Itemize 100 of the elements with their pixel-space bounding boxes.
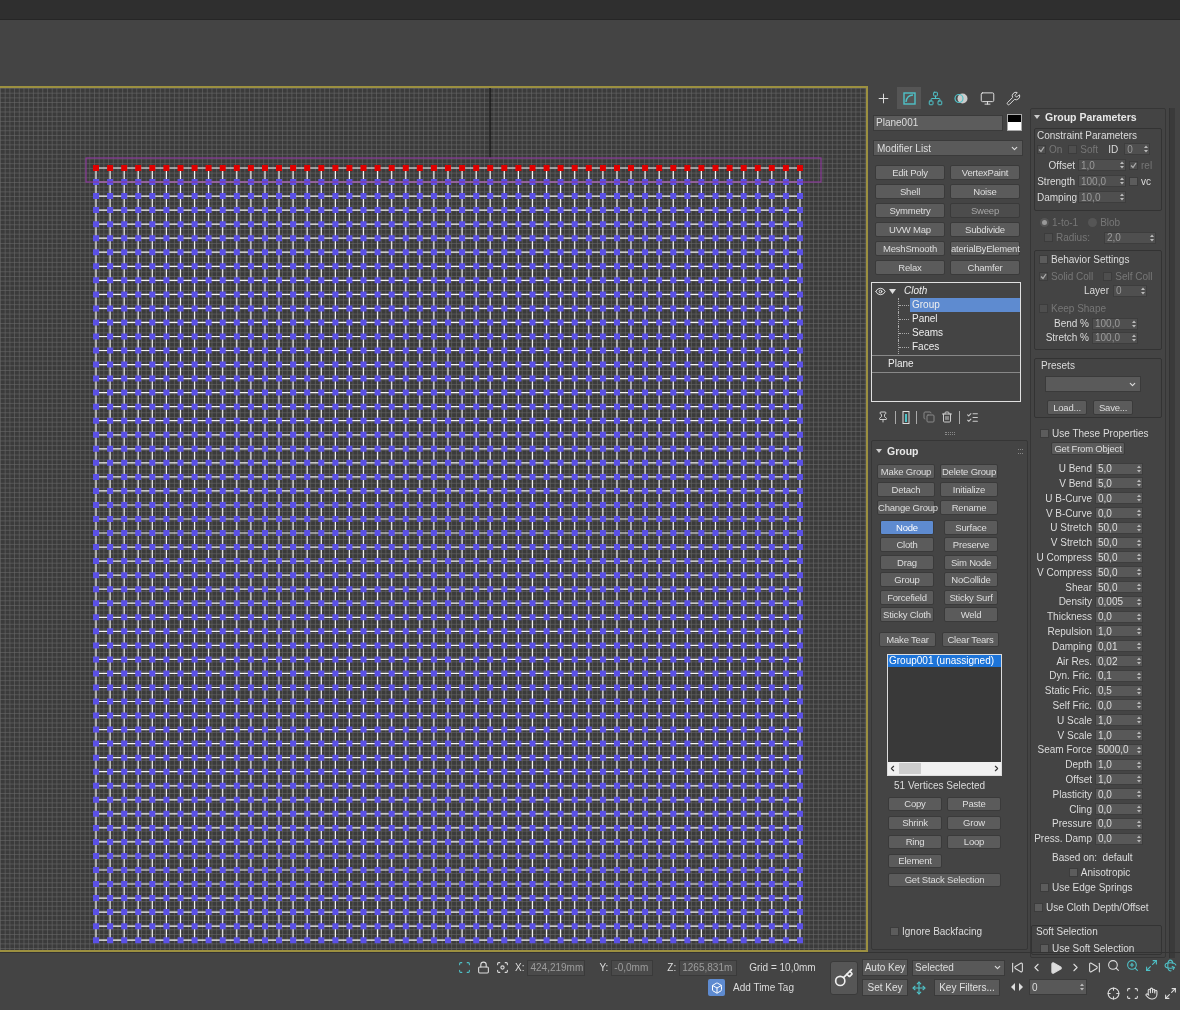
group-type-button[interactable]: Sticky Surf (944, 589, 998, 605)
spinner-arrows-icon[interactable] (1137, 538, 1141, 547)
play-icon[interactable] (1049, 960, 1063, 975)
go-to-end-icon[interactable] (1088, 961, 1101, 974)
spinner-field[interactable]: 50,0 (1095, 536, 1143, 549)
modifier-button[interactable]: Noise (950, 184, 1020, 199)
checkbox[interactable] (890, 926, 899, 936)
selection-button[interactable]: Copy (888, 796, 942, 811)
pan-icon[interactable] (1145, 987, 1158, 1000)
spinner-arrows-icon[interactable] (1137, 686, 1141, 695)
spinner-field[interactable]: 0,02 (1095, 655, 1143, 668)
selection-button[interactable]: Ring (888, 834, 942, 849)
rollout-button[interactable]: Make Group (877, 464, 935, 479)
checkbox[interactable] (1040, 429, 1049, 439)
set-key-button[interactable] (829, 961, 858, 995)
modifier-button[interactable]: UVW Map (875, 222, 945, 237)
spinner-field[interactable]: 50,0 (1095, 521, 1143, 534)
spinner-arrows-icon[interactable] (1137, 597, 1141, 606)
spinner-arrows-icon[interactable] (1137, 553, 1141, 562)
spinner-field[interactable]: 0,0 (1095, 788, 1143, 801)
configure-icon[interactable] (966, 410, 979, 424)
copy-icon[interactable] (923, 411, 935, 423)
spinner-field[interactable]: 0,5 (1095, 684, 1143, 697)
spinner-field[interactable]: 0,005 (1095, 595, 1143, 608)
spinner-arrows-icon[interactable] (1137, 494, 1141, 503)
transform-mode-icon[interactable] (496, 961, 509, 974)
selection-button[interactable]: Paste (947, 796, 1001, 811)
expand-triangle-icon[interactable] (889, 287, 896, 295)
preset-button[interactable]: Load... (1047, 400, 1087, 416)
group-type-button[interactable]: Sticky Cloth (880, 606, 934, 622)
spinner-arrows-icon[interactable] (1137, 760, 1141, 769)
spinner-arrows-icon[interactable] (1137, 790, 1141, 799)
spinner-arrows-icon[interactable] (1137, 479, 1141, 488)
spinner-field[interactable]: 5000,0 (1095, 743, 1143, 756)
group-type-button[interactable]: Cloth (880, 537, 934, 553)
spinner-field[interactable]: 0,0 (1095, 803, 1143, 815)
color-swatch[interactable] (1007, 114, 1022, 131)
spinner-field[interactable]: 0,1 (1095, 669, 1143, 682)
spinner-arrows-icon[interactable] (1137, 819, 1141, 828)
spinner-field[interactable]: 1,0 (1095, 625, 1143, 638)
spinner-field[interactable]: 50,0 (1095, 551, 1143, 564)
group-type-button[interactable]: NoCollide (944, 572, 998, 588)
checkbox[interactable] (1040, 883, 1049, 892)
grip-handle[interactable] (944, 431, 955, 435)
checkbox[interactable] (1034, 903, 1043, 912)
spinner-field[interactable]: 50,0 (1095, 566, 1143, 579)
group-type-button[interactable]: Forcefield (880, 589, 934, 605)
spinner-field[interactable]: 0,0 (1095, 817, 1143, 830)
spinner-arrows-icon[interactable] (1137, 568, 1141, 577)
spinner-arrows-icon[interactable] (1137, 834, 1141, 843)
spinner-arrows-icon[interactable] (1137, 805, 1141, 813)
stack-selection-button[interactable]: Get Stack Selection (888, 872, 1001, 887)
selection-button[interactable]: Grow (947, 815, 1001, 830)
frame-icon[interactable] (458, 961, 471, 974)
group-type-button[interactable]: Node (880, 520, 934, 535)
spinner-arrows-icon[interactable] (1137, 642, 1141, 651)
spinner-field[interactable]: 1,0 (1095, 729, 1143, 741)
modifier-button[interactable]: aterialByElement (950, 241, 1020, 256)
grip-handle[interactable] (1018, 448, 1023, 454)
selection-button[interactable]: Loop (947, 834, 1001, 849)
frame-field[interactable]: 0 (1029, 979, 1087, 995)
spinner-arrows-icon[interactable] (1137, 509, 1141, 518)
stack-item[interactable]: Plane (886, 357, 914, 371)
spinner-field[interactable]: 1,0 (1095, 758, 1143, 771)
spinner-field[interactable]: 5,0 (1095, 462, 1143, 475)
checkbox[interactable] (1039, 254, 1048, 264)
key-filters-button[interactable]: Key Filters... (934, 979, 1000, 996)
coordinate-field[interactable]: 1265,831m (679, 959, 738, 976)
coordinate-field[interactable]: 424,219mm (527, 959, 586, 976)
spinner-field[interactable]: 0,0 (1095, 699, 1143, 712)
spinner-field[interactable]: 0,0 (1095, 507, 1143, 520)
go-to-start-icon[interactable] (1011, 961, 1024, 974)
group-type-button[interactable]: Weld (944, 606, 998, 622)
selection-button[interactable]: Element (888, 853, 942, 868)
group-type-button[interactable]: Group (880, 572, 934, 588)
spinner-arrows-icon[interactable] (1137, 775, 1141, 784)
tear-button[interactable]: Clear Tears (942, 631, 999, 647)
modifier-button[interactable]: Relax (875, 260, 945, 275)
panel-tab[interactable] (897, 87, 921, 109)
scroll-right-icon[interactable] (992, 763, 1001, 773)
spinner-field[interactable]: 0,0 (1095, 610, 1143, 623)
vertical-scrollbar[interactable] (1169, 108, 1175, 958)
spinner-field[interactable]: 0,0 (1095, 492, 1143, 505)
scroll-thumb[interactable] (899, 762, 921, 774)
spinner-arrows-icon[interactable] (1137, 612, 1141, 621)
spinner-arrows-icon[interactable] (1137, 523, 1141, 532)
group-list-item[interactable]: Group001 (unassigned) (888, 654, 1001, 667)
spinner-field[interactable]: 0,0 (1095, 832, 1143, 845)
maximize-viewport-icon[interactable] (1164, 987, 1177, 1000)
modifier-button[interactable]: Shell (875, 184, 945, 199)
stack-item[interactable]: Seams (910, 326, 1020, 340)
rollout-button[interactable]: Delete Group (940, 464, 998, 479)
spinner-arrows-icon[interactable] (1137, 464, 1141, 473)
rollout-button[interactable]: Initialize (940, 482, 998, 497)
spinner-field[interactable]: 1,0 (1095, 714, 1143, 727)
modifier-button[interactable]: Chamfer (950, 260, 1020, 275)
spinner-field[interactable]: 0,01 (1095, 640, 1143, 653)
tear-button[interactable]: Make Tear (879, 631, 936, 647)
key-mode-icon[interactable] (912, 980, 926, 995)
spinner-field[interactable]: 5,0 (1095, 477, 1143, 490)
